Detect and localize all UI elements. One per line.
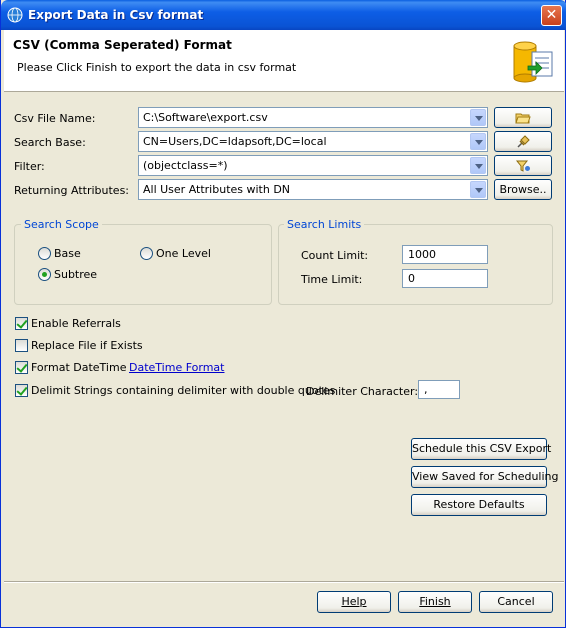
- window-title: Export Data in Csv format: [28, 8, 204, 22]
- delimit-strings-label[interactable]: Delimit Strings containing delimiter wit…: [31, 384, 335, 397]
- title-bar[interactable]: Export Data in Csv format ✕: [1, 0, 566, 30]
- search-base-value: CN=Users,DC=ldapsoft,DC=local: [143, 135, 327, 148]
- search-base-label: Search Base:: [14, 136, 86, 149]
- open-folder-icon: [515, 113, 531, 123]
- csv-file-name-combo[interactable]: C:\Software\export.csv: [138, 107, 488, 128]
- restore-defaults-button[interactable]: Restore Defaults: [411, 494, 547, 516]
- csv-file-name-label: Csv File Name:: [14, 112, 96, 125]
- returning-attributes-label: Returning Attributes:: [14, 184, 130, 197]
- scope-subtree-label[interactable]: Subtree: [54, 268, 97, 281]
- header-title: CSV (Comma Seperated) Format: [13, 38, 232, 52]
- search-scope-group: [14, 224, 272, 305]
- radio-scope-base[interactable]: [38, 247, 51, 260]
- search-base-combo[interactable]: CN=Users,DC=ldapsoft,DC=local: [138, 131, 488, 152]
- browse-attributes-button[interactable]: Browse..: [494, 179, 552, 200]
- delimiter-character-value: ,: [424, 383, 428, 396]
- filter-funnel-icon: [515, 160, 530, 172]
- radio-scope-one-level[interactable]: [140, 247, 153, 260]
- returning-attributes-combo[interactable]: All User Attributes with DN: [138, 179, 488, 200]
- help-button-label: Help: [341, 595, 367, 608]
- filter-builder-button[interactable]: [494, 155, 552, 176]
- csv-file-name-value: C:\Software\export.csv: [143, 111, 268, 124]
- time-limit-label: Time Limit:: [301, 273, 363, 286]
- replace-file-label[interactable]: Replace File if Exists: [31, 339, 143, 352]
- enable-referrals-label[interactable]: Enable Referrals: [31, 317, 121, 330]
- delimit-strings-checkbox[interactable]: [15, 384, 28, 397]
- search-limits-title: Search Limits: [284, 218, 365, 231]
- radio-scope-subtree[interactable]: [38, 268, 51, 281]
- format-datetime-checkbox[interactable]: [15, 361, 28, 374]
- delimiter-character-input[interactable]: ,: [418, 380, 460, 399]
- finish-button-label: Finish: [419, 595, 451, 608]
- pick-search-base-button[interactable]: [494, 131, 552, 152]
- count-limit-value: 1000: [408, 248, 436, 261]
- close-button[interactable]: ✕: [541, 5, 562, 26]
- chevron-down-icon[interactable]: [470, 181, 486, 198]
- delimiter-character-label: Delimiter Character:: [306, 385, 419, 398]
- scope-one-level-label[interactable]: One Level: [156, 247, 211, 260]
- chevron-down-icon[interactable]: [470, 157, 486, 174]
- replace-file-checkbox[interactable]: [15, 339, 28, 352]
- footer-separator: [4, 581, 564, 583]
- scope-base-label[interactable]: Base: [54, 247, 81, 260]
- header-panel: CSV (Comma Seperated) Format Please Clic…: [4, 30, 564, 92]
- count-limit-label: Count Limit:: [301, 249, 369, 262]
- export-dialog: Export Data in Csv format ✕ CSV (Comma S…: [0, 0, 566, 628]
- filter-label: Filter:: [14, 160, 45, 173]
- time-limit-input[interactable]: 0: [402, 269, 488, 288]
- search-scope-title: Search Scope: [21, 218, 102, 231]
- pin-icon: [517, 134, 530, 148]
- close-icon: ✕: [545, 7, 558, 23]
- chevron-down-icon[interactable]: [470, 133, 486, 150]
- returning-attributes-value: All User Attributes with DN: [143, 183, 291, 196]
- database-export-icon: [513, 41, 553, 83]
- count-limit-input[interactable]: 1000: [402, 245, 488, 264]
- enable-referrals-checkbox[interactable]: [15, 317, 28, 330]
- cancel-button[interactable]: Cancel: [479, 591, 553, 613]
- search-limits-group: [278, 224, 553, 305]
- help-button[interactable]: Help: [317, 591, 391, 613]
- finish-button[interactable]: Finish: [398, 591, 472, 613]
- datetime-format-link[interactable]: DateTime Format: [129, 361, 224, 374]
- cancel-button-label: Cancel: [497, 595, 535, 608]
- schedule-export-button[interactable]: Schedule this CSV Export: [411, 438, 551, 460]
- browse-file-button[interactable]: [494, 107, 552, 128]
- filter-combo[interactable]: (objectclass=*): [138, 155, 488, 176]
- view-saved-scheduling-button[interactable]: View Saved for Scheduling: [411, 466, 559, 488]
- filter-value: (objectclass=*): [143, 159, 228, 172]
- format-datetime-label[interactable]: Format DateTime: [31, 361, 126, 374]
- header-description: Please Click Finish to export the data i…: [17, 61, 297, 74]
- app-globe-icon: [7, 7, 23, 23]
- chevron-down-icon[interactable]: [470, 109, 486, 126]
- time-limit-value: 0: [408, 272, 415, 285]
